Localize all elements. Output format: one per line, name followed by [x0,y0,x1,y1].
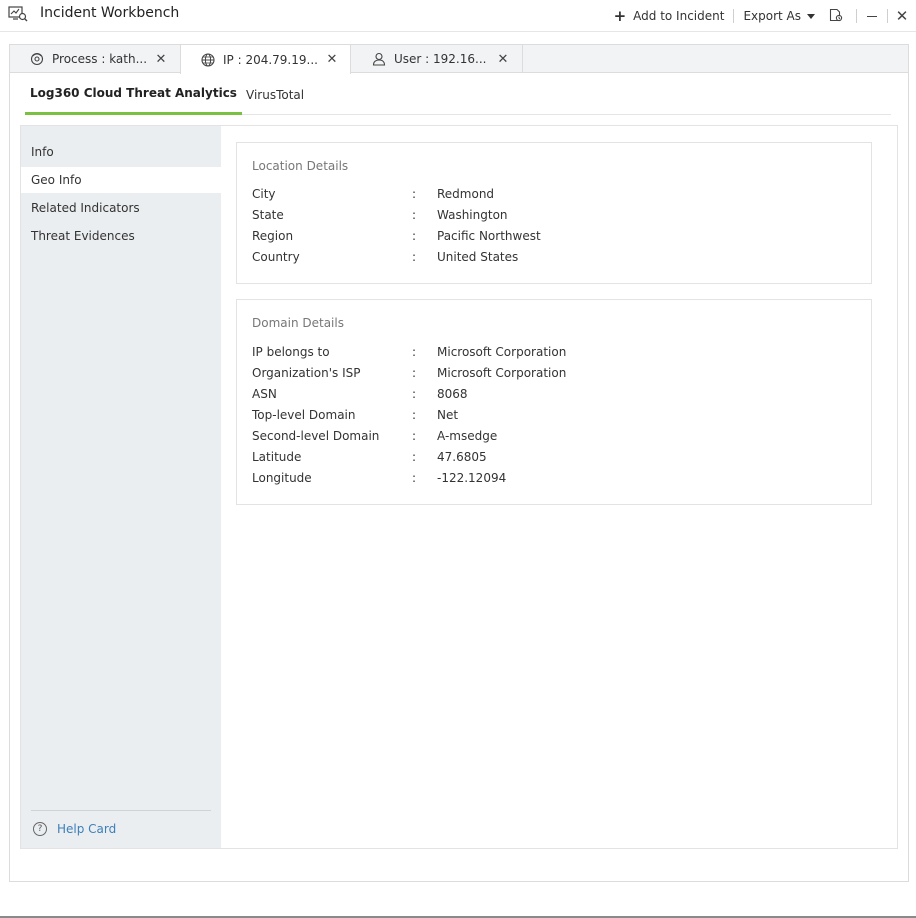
detail-row: IP belongs to : Microsoft Corporation [252,345,852,366]
export-as-button[interactable]: Export As [734,0,824,32]
detail-separator: : [412,187,417,201]
tab-ip[interactable]: IP : 204.79.19... ✕ [180,45,351,74]
help-icon: ? [33,822,47,836]
detail-row: Country : United States [252,250,852,271]
workbench-icon [8,6,28,22]
process-icon [30,52,44,66]
detail-row: Latitude : 47.6805 [252,450,852,471]
help-card-link[interactable]: ? Help Card [33,822,116,836]
detail-value: Microsoft Corporation [437,366,567,380]
tab-ip-label: IP : 204.79.19... [223,52,317,67]
domain-details-panel: Domain Details IP belongs to : Microsoft… [236,299,872,505]
detail-value: -122.12094 [437,471,507,485]
globe-icon [201,52,215,67]
tab-process[interactable]: Process : kath... ✕ [10,45,181,73]
help-card-label: Help Card [57,822,117,836]
add-to-incident-label: Add to Incident [633,9,725,23]
detail-row: City : Redmond [252,187,852,208]
source-tabs: Log360 Cloud Threat Analytics VirusTotal [25,74,891,115]
report-icon [829,8,843,25]
detail-key: Region [252,229,294,243]
plus-icon: + [613,7,627,25]
detail-key: IP belongs to [252,345,330,359]
detail-key: City [252,187,276,201]
close-window-button[interactable]: ✕ [888,0,916,32]
detail-row: ASN : 8068 [252,387,852,408]
sidebar-item-related-indicators[interactable]: Related Indicators [21,195,221,221]
report-button[interactable] [824,0,848,32]
detail-separator: : [412,450,417,464]
workbench-window: Process : kath... ✕ IP : 204.79.19... ✕ [9,44,909,882]
detail-separator: : [412,345,417,359]
detail-separator: : [412,250,417,264]
detail-row: State : Washington [252,208,852,229]
detail-value: 47.6805 [437,450,487,464]
detail-key: Second-level Domain [252,429,380,443]
tab-close-icon[interactable]: ✕ [154,52,168,67]
domain-details-title: Domain Details [252,316,344,330]
tab-log360-cloud-threat-analytics[interactable]: Log360 Cloud Threat Analytics [25,74,242,115]
detail-row: Top-level Domain : Net [252,408,852,429]
detail-separator: : [412,208,417,222]
detail-row: Organization's ISP : Microsoft Corporati… [252,366,852,387]
detail-value: A-msedge [437,429,498,443]
detail-key: Longitude [252,471,312,485]
detail-key: Top-level Domain [252,408,356,422]
tab-close-icon[interactable]: ✕ [496,52,510,67]
caret-down-icon [807,13,815,19]
app-title: Incident Workbench [40,5,180,21]
detail-row: Second-level Domain : A-msedge [252,429,852,450]
add-to-incident-button[interactable]: + Add to Incident [605,0,734,32]
user-icon [372,52,386,66]
detail-value: Washington [437,208,508,222]
detail-value: United States [437,250,519,264]
detail-value: Microsoft Corporation [437,345,567,359]
tab-close-icon[interactable]: ✕ [325,52,339,67]
detail-key: ASN [252,387,277,401]
close-icon: ✕ [895,7,909,25]
location-details-panel: Location Details City : Redmond State : … [236,142,872,284]
app-header: Incident Workbench + Add to Incident Exp… [0,0,916,32]
sidebar-item-threat-evidences[interactable]: Threat Evidences [21,223,221,249]
sidebar-item-geo-info[interactable]: Geo Info [21,167,221,193]
detail-value: Redmond [437,187,495,201]
tab-process-label: Process : kath... [52,52,146,66]
location-details-title: Location Details [252,159,349,173]
detail-key: Organization's ISP [252,366,361,380]
detail-separator: : [412,429,417,443]
details-content: Info Geo Info Related Indicators Threat … [20,125,898,849]
detail-key: State [252,208,284,222]
detail-value: 8068 [437,387,468,401]
detail-separator: : [412,408,417,422]
tab-user-label: User : 192.16... [394,52,487,66]
tab-virustotal[interactable]: VirusTotal [246,74,304,115]
sidebar: Info Geo Info Related Indicators Threat … [21,126,221,848]
detail-key: Country [252,250,300,264]
sidebar-item-info[interactable]: Info [21,139,221,165]
detail-value: Net [437,408,459,422]
detail-separator: : [412,366,417,380]
detail-row: Longitude : -122.12094 [252,471,852,492]
minimize-button[interactable] [857,0,887,32]
detail-separator: : [412,387,417,401]
header-actions: + Add to Incident Export As ✕ [605,0,916,32]
detail-key: Latitude [252,450,302,464]
detail-separator: : [412,229,417,243]
detail-separator: : [412,471,417,485]
detail-row: Region : Pacific Northwest [252,229,852,250]
entity-tabbar: Process : kath... ✕ IP : 204.79.19... ✕ [10,45,908,74]
tab-user[interactable]: User : 192.16... ✕ [352,45,523,73]
minimize-icon [867,15,877,17]
detail-value: Pacific Northwest [437,229,541,243]
export-as-label: Export As [743,9,801,23]
sidebar-divider [31,810,211,811]
